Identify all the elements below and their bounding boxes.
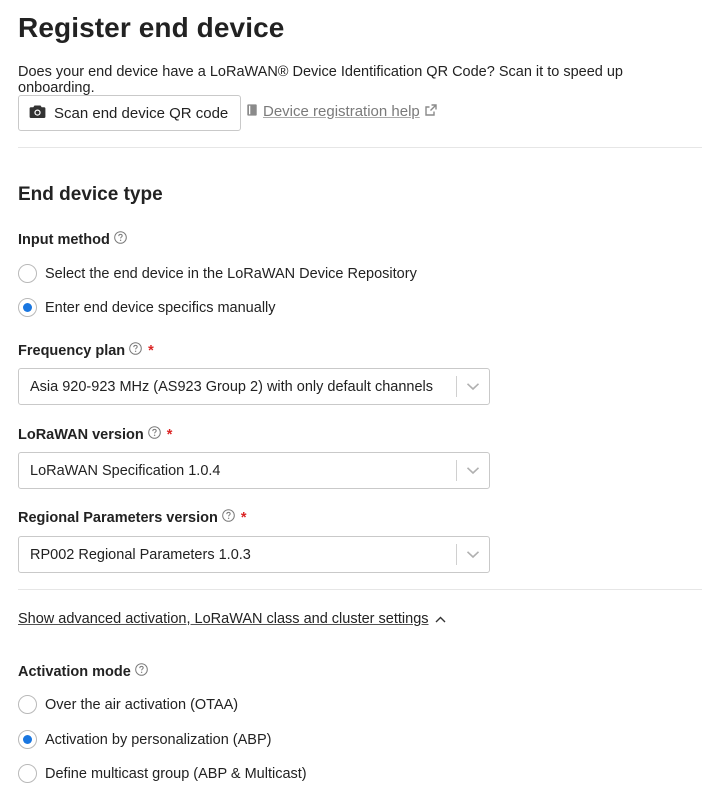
radio-abp[interactable]: Activation by personalization (ABP) bbox=[18, 730, 271, 749]
scan-qr-button-label: Scan end device QR code bbox=[54, 104, 229, 122]
chevron-down-icon[interactable] bbox=[457, 466, 489, 475]
radio-label: Define multicast group (ABP & Multicast) bbox=[45, 765, 307, 782]
radio-button[interactable] bbox=[18, 764, 37, 783]
required-asterisk: * bbox=[148, 342, 154, 359]
regional-parameters-value: RP002 Regional Parameters 1.0.3 bbox=[30, 546, 251, 563]
radio-device-repository[interactable]: Select the end device in the LoRaWAN Dev… bbox=[18, 264, 417, 283]
help-question-icon[interactable] bbox=[129, 342, 142, 359]
external-link-icon bbox=[425, 103, 437, 120]
radio-otaa[interactable]: Over the air activation (OTAA) bbox=[18, 695, 238, 714]
regional-parameters-label-text: Regional Parameters version bbox=[18, 509, 218, 526]
chevron-down-icon[interactable] bbox=[457, 550, 489, 559]
camera-icon bbox=[29, 104, 46, 123]
frequency-plan-value: Asia 920-923 MHz (AS923 Group 2) with on… bbox=[30, 378, 433, 395]
radio-label: Select the end device in the LoRaWAN Dev… bbox=[45, 265, 417, 282]
radio-button-selected[interactable] bbox=[18, 730, 37, 749]
radio-label: Over the air activation (OTAA) bbox=[45, 696, 239, 713]
end-device-type-title: End device type bbox=[18, 184, 163, 205]
section-divider bbox=[18, 147, 702, 148]
activation-mode-label: Activation mode bbox=[18, 663, 148, 680]
page-title: Register end device bbox=[18, 12, 285, 43]
frequency-plan-label-text: Frequency plan bbox=[18, 342, 126, 359]
regional-parameters-select[interactable]: RP002 Regional Parameters 1.0.3 bbox=[18, 536, 490, 573]
required-asterisk: * bbox=[166, 426, 173, 443]
section-divider bbox=[18, 589, 702, 590]
help-link-label: Device registration help bbox=[263, 103, 420, 120]
required-asterisk: * bbox=[240, 509, 247, 526]
lorawan-version-select[interactable]: LoRaWAN Specification 1.0.4 bbox=[18, 452, 490, 489]
scan-qr-button[interactable]: Scan end device QR code bbox=[18, 95, 242, 131]
radio-label: Enter end device specifics manually bbox=[45, 299, 276, 316]
input-method-label-text: Input method bbox=[18, 231, 110, 248]
chevron-down-icon[interactable] bbox=[457, 382, 489, 391]
help-question-icon[interactable] bbox=[147, 426, 161, 443]
lorawan-version-label-text: LoRaWAN version bbox=[18, 426, 144, 443]
qr-intro-text: Does your end device have a LoRaWAN® Dev… bbox=[18, 64, 623, 96]
frequency-plan-label: Frequency plan * bbox=[18, 342, 154, 359]
radio-button[interactable] bbox=[18, 695, 37, 714]
radio-multicast[interactable]: Define multicast group (ABP & Multicast) bbox=[18, 764, 307, 783]
radio-button[interactable] bbox=[18, 264, 37, 283]
radio-enter-manually[interactable]: Enter end device specifics manually bbox=[18, 298, 276, 317]
book-icon bbox=[246, 103, 258, 120]
advanced-settings-toggle[interactable]: Show advanced activation, LoRaWAN class … bbox=[18, 611, 446, 627]
regional-parameters-label: Regional Parameters version * bbox=[18, 509, 247, 526]
chevron-up-icon bbox=[435, 611, 446, 627]
input-method-label: Input method bbox=[18, 231, 127, 248]
advanced-settings-label: Show advanced activation, LoRaWAN class … bbox=[18, 611, 429, 627]
frequency-plan-select[interactable]: Asia 920-923 MHz (AS923 Group 2) with on… bbox=[18, 368, 490, 405]
device-registration-help-link[interactable]: Device registration help bbox=[246, 103, 437, 120]
help-question-icon[interactable] bbox=[222, 509, 235, 526]
help-question-icon[interactable] bbox=[134, 663, 148, 680]
lorawan-version-label: LoRaWAN version * bbox=[18, 426, 172, 443]
radio-button-selected[interactable] bbox=[18, 298, 37, 317]
lorawan-version-value: LoRaWAN Specification 1.0.4 bbox=[30, 462, 221, 479]
activation-mode-label-text: Activation mode bbox=[18, 663, 131, 680]
radio-label: Activation by personalization (ABP) bbox=[45, 731, 272, 748]
help-question-icon[interactable] bbox=[114, 231, 127, 248]
